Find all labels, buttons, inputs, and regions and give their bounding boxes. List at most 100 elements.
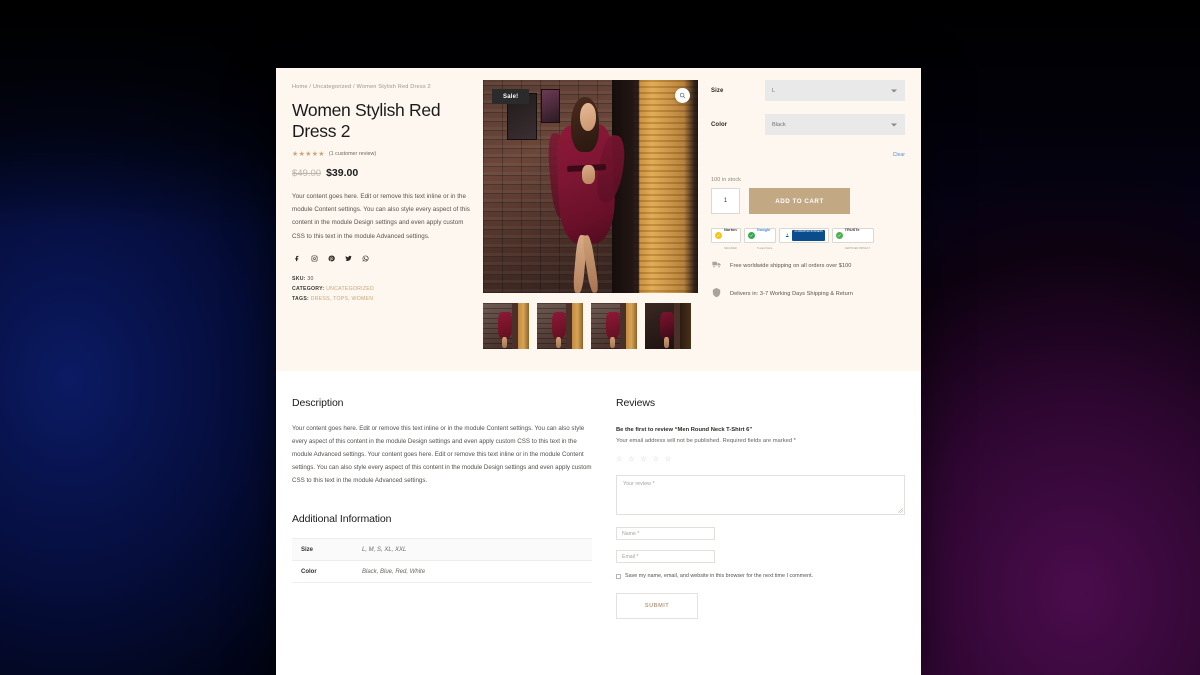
cart-row: 1 ADD TO CART — [711, 188, 905, 214]
model-arm — [581, 165, 595, 185]
check-icon — [747, 232, 755, 239]
rating-row: ★★★★★ (1 customer review) — [292, 150, 470, 158]
bbb-accredited-badge: ACCREDITED BUSINESS — [779, 228, 829, 243]
stock-status: 100 in stock — [711, 177, 741, 183]
whatsapp-icon[interactable] — [362, 255, 369, 262]
product-photo — [483, 80, 698, 293]
clear-variations-link[interactable]: Clear — [893, 152, 905, 158]
clear-row: Clear — [711, 143, 905, 161]
sku-row: SKU: 30 — [292, 274, 470, 284]
product-page: Home / Uncategorized / Women Stylish Red… — [276, 68, 921, 675]
truck-icon — [711, 257, 722, 275]
attribute-key: Color — [301, 568, 317, 575]
truste-badge-name: TRUSTe — [844, 226, 860, 232]
breadcrumb-sep-1: / — [309, 84, 312, 90]
chevron-down-icon — [891, 123, 897, 126]
thumbnail-1[interactable] — [483, 303, 529, 349]
table-row: Size L, M, S, XL, XXL — [292, 538, 592, 561]
breadcrumb-sep-2: / — [353, 84, 355, 90]
bbb-badge-sub: ACCREDITED BUSINESS — [794, 230, 823, 233]
add-to-cart-button[interactable]: ADD TO CART — [749, 188, 850, 214]
thumbnail-3[interactable] — [591, 303, 637, 349]
color-select[interactable]: Black — [765, 114, 905, 135]
description-body: Your content goes here. Edit or remove t… — [292, 425, 592, 485]
truste-certified-badge: TRUSTe CERTIFIED PRIVACY — [831, 226, 875, 250]
breadcrumb-home[interactable]: Home — [292, 84, 308, 90]
person-icon — [783, 232, 791, 239]
product-gallery: Sale! — [483, 80, 698, 349]
breadcrumb: Home / Uncategorized / Women Stylish Red… — [292, 84, 470, 92]
rating-star-selector[interactable]: ☆ ☆ ☆ ☆ ☆ — [616, 455, 905, 463]
save-info-row: Save my name, email, and website in this… — [616, 573, 905, 579]
star-rating-icon: ★★★★★ — [292, 150, 325, 158]
price-original: $49.00 — [292, 167, 322, 179]
color-label: Color — [711, 121, 728, 128]
twitter-icon[interactable] — [345, 255, 352, 262]
size-label: Size — [711, 87, 724, 94]
google-badge-name: Google — [756, 226, 771, 232]
category-value-link[interactable]: UNCATEGORIZED — [326, 286, 374, 292]
attribute-value: Black, Blue, Red, White — [362, 568, 426, 575]
google-trusted-store-badge: Google Trusted Store — [743, 226, 777, 250]
size-select[interactable]: L — [765, 80, 905, 101]
check-icon — [715, 232, 722, 239]
price-sale: $39.00 — [326, 166, 359, 179]
page-title: Women Stylish Red Dress 2 — [292, 99, 441, 142]
attribute-key: Size — [301, 546, 314, 553]
reviews-title: Reviews — [616, 397, 655, 409]
facebook-icon[interactable] — [294, 255, 301, 262]
quantity-stepper[interactable]: 1 — [711, 188, 740, 214]
tags-row: TAGS: DRESS, TOPS, WOMEN — [292, 294, 470, 304]
attribute-value: L, M, S, XL, XXL — [362, 546, 407, 553]
price-row: $49.00 $39.00 — [292, 167, 470, 179]
model-face — [579, 103, 596, 132]
short-description: Your content goes here. Edit or remove t… — [292, 192, 470, 240]
shipping-info-row-1: Free worldwide shipping on all orders ov… — [711, 257, 905, 275]
additional-information-title: Additional Information — [292, 513, 392, 526]
product-details-section: Description Your content goes here. Edit… — [276, 371, 921, 637]
google-badge-sub: Trusted Store — [756, 246, 773, 250]
be-first-to-review-label: Be the first to review “Men Round Neck T… — [616, 427, 753, 433]
status-badge: Sale! — [492, 89, 530, 104]
submit-button[interactable]: SUBMIT — [616, 593, 698, 619]
product-purchase-panel: Size L Color Black Clear 100 in stock 1 … — [711, 80, 905, 349]
norton-secured-badge: Norton SECURED — [711, 226, 741, 250]
email-field[interactable]: Email * — [616, 550, 715, 563]
product-hero: Home / Uncategorized / Women Stylish Red… — [276, 68, 921, 371]
trust-badges: Norton SECURED Google Trusted Store ACCR… — [711, 226, 905, 250]
review-textarea[interactable]: Your review * — [616, 475, 905, 515]
check-icon — [835, 232, 843, 239]
pinterest-icon[interactable] — [328, 255, 335, 262]
shipping-info-row-2: Delivers in: 3-7 Working Days Shipping &… — [711, 285, 905, 303]
required-fields-notice: Your email address will not be published… — [616, 438, 796, 444]
chevron-down-icon — [891, 89, 897, 92]
shipping-text-1: Free worldwide shipping on all orders ov… — [730, 263, 852, 269]
tag-icon — [711, 285, 722, 303]
shipping-text-2: Delivers in: 3-7 Working Days Shipping &… — [730, 291, 853, 297]
norton-badge-sub: SECURED — [724, 246, 737, 250]
breadcrumb-current: Women Stylish Red Dress 2 — [356, 84, 431, 90]
category-label: CATEGORY: — [292, 285, 325, 292]
reviews-column: Reviews Be the first to review “Men Roun… — [616, 397, 905, 619]
description-title: Description — [292, 397, 344, 409]
thumbnail-4[interactable] — [645, 303, 691, 349]
gallery-main-image[interactable]: Sale! — [483, 80, 698, 293]
gallery-thumbnails — [483, 303, 698, 349]
table-row: Color Black, Blue, Red, White — [292, 561, 592, 583]
thumbnail-2[interactable] — [537, 303, 583, 349]
norton-badge-name: Norton — [724, 226, 737, 232]
truste-badge-sub: CERTIFIED PRIVACY — [844, 246, 871, 250]
save-info-checkbox[interactable] — [616, 573, 621, 579]
color-variation-row: Color Black — [711, 114, 905, 135]
sku-value: 30 — [307, 275, 314, 282]
breadcrumb-category[interactable]: Uncategorized — [313, 84, 351, 90]
product-summary: Home / Uncategorized / Women Stylish Red… — [292, 80, 470, 349]
name-field[interactable]: Name * — [616, 527, 715, 540]
category-row: CATEGORY: UNCATEGORIZED — [292, 284, 470, 294]
wall-frame-2 — [541, 88, 561, 123]
tags-value-link[interactable]: DRESS, TOPS, WOMEN — [311, 296, 374, 302]
instagram-icon[interactable] — [311, 255, 318, 262]
customer-review-link[interactable]: (1 customer review) — [329, 151, 376, 157]
magnifier-icon[interactable] — [675, 88, 690, 103]
description-column: Description Your content goes here. Edit… — [292, 397, 592, 619]
